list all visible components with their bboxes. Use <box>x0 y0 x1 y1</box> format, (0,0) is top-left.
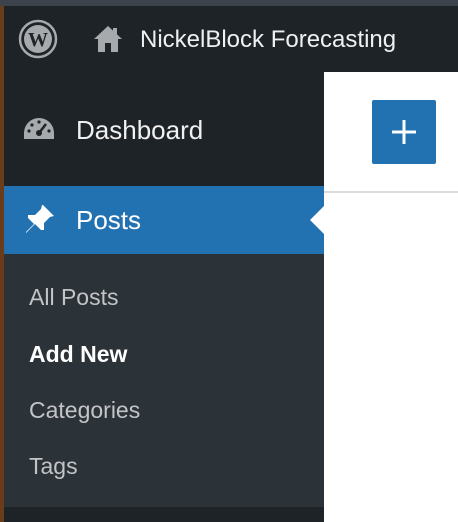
home-icon[interactable] <box>92 24 124 54</box>
sidebar-item-posts[interactable]: Posts <box>4 186 324 254</box>
submenu-item-tags[interactable]: Tags <box>29 451 78 481</box>
add-block-button[interactable] <box>372 100 436 164</box>
editor-toolbar <box>324 72 458 193</box>
admin-sidebar: Dashboard Posts All Posts Add New Catego… <box>4 72 324 522</box>
submenu-item-categories[interactable]: Categories <box>29 395 140 425</box>
dashboard-gauge-icon <box>24 118 54 139</box>
site-name-link[interactable]: NickelBlock Forecasting <box>140 25 396 55</box>
plus-icon <box>392 120 416 144</box>
submenu-item-add-new[interactable]: Add New <box>29 339 127 369</box>
admin-bar: W NickelBlock Forecasting <box>4 6 458 72</box>
submenu-item-all-posts[interactable]: All Posts <box>29 282 118 312</box>
wordpress-logo-icon[interactable]: W <box>18 19 58 59</box>
sidebar-item-label: Posts <box>76 205 142 235</box>
svg-text:W: W <box>28 29 48 51</box>
sidebar-footer <box>4 507 324 522</box>
editor-content <box>324 72 458 522</box>
sidebar-item-dashboard[interactable]: Dashboard <box>4 98 324 162</box>
active-menu-arrow <box>310 206 324 234</box>
pushpin-icon <box>26 205 54 233</box>
sidebar-item-label: Dashboard <box>76 115 204 145</box>
posts-submenu: All Posts Add New Categories Tags <box>4 254 324 507</box>
